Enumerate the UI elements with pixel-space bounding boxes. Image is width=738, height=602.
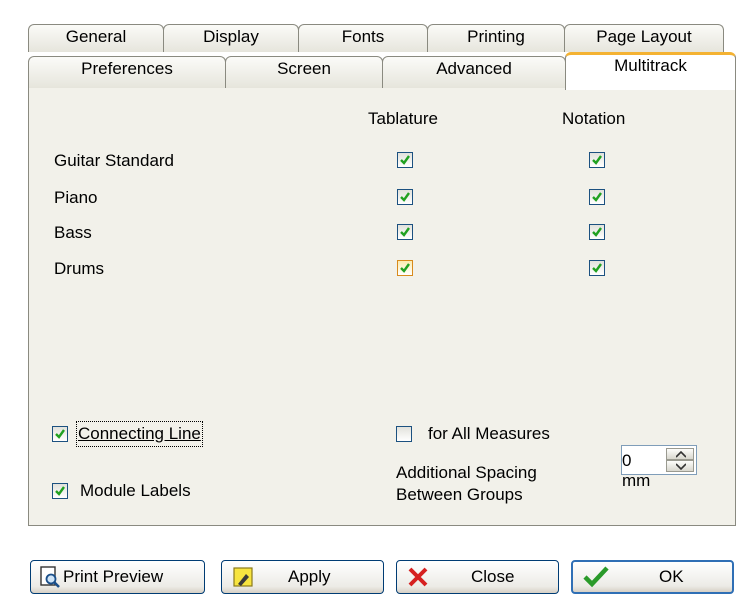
tab-preferences[interactable]: Preferences [28, 56, 226, 88]
guitar-standard-tablature-checkbox[interactable] [397, 152, 413, 168]
piano-notation-checkbox[interactable] [589, 189, 605, 205]
drums-notation-checkbox[interactable] [589, 260, 605, 276]
apply-button[interactable]: Apply [221, 560, 384, 594]
tab-display[interactable]: Display [163, 24, 299, 52]
apply-label: Apply [288, 567, 331, 586]
check-icon [592, 227, 602, 237]
tab-screen[interactable]: Screen [225, 56, 383, 88]
check-icon [400, 192, 410, 202]
check-icon [55, 486, 65, 496]
notation-column-header: Notation [562, 109, 626, 128]
instrument-label-bass: Bass [54, 223, 92, 242]
check-icon [592, 155, 602, 165]
check-icon [55, 429, 65, 439]
tab-fonts[interactable]: Fonts [298, 24, 428, 52]
print-preview-icon [40, 566, 60, 588]
tab-multitrack[interactable]: Multitrack [565, 52, 736, 90]
arrow-down-icon [676, 463, 686, 470]
connecting-line-label[interactable]: Connecting Line [76, 421, 203, 447]
module-labels-checkbox[interactable] [52, 483, 68, 499]
tab-page-layout[interactable]: Page Layout [564, 24, 724, 52]
tablature-column-header: Tablature [368, 109, 438, 128]
spacing-value: 0 mm [622, 451, 651, 490]
module-labels-label[interactable]: Module Labels [80, 480, 191, 502]
bass-tablature-checkbox[interactable] [397, 224, 413, 240]
guitar-standard-notation-checkbox[interactable] [589, 152, 605, 168]
ok-check-icon [583, 566, 609, 588]
piano-tablature-checkbox[interactable] [397, 189, 413, 205]
between-groups-label: Between Groups [396, 485, 523, 504]
spin-down-button[interactable] [666, 460, 694, 472]
check-icon [592, 263, 602, 273]
print-preview-label: Print Preview [63, 567, 164, 586]
additional-spacing-label: Additional Spacing [396, 463, 537, 482]
check-icon [400, 263, 410, 273]
close-label: Close [471, 567, 515, 586]
spin-up-button[interactable] [666, 448, 694, 460]
spacing-input[interactable]: 0 mm [621, 445, 697, 490]
tab-printing[interactable]: Printing [427, 24, 565, 52]
close-button[interactable]: Close [396, 560, 559, 594]
connecting-line-checkbox[interactable] [52, 426, 68, 442]
bass-notation-checkbox[interactable] [589, 224, 605, 240]
for-all-measures-label[interactable]: for All Measures [428, 423, 550, 445]
instrument-label-drums: Drums [54, 259, 105, 278]
tab-general[interactable]: General [28, 24, 164, 52]
arrow-up-icon [676, 451, 686, 458]
check-icon [400, 155, 410, 165]
for-all-measures-checkbox[interactable] [396, 426, 412, 442]
tab-advanced[interactable]: Advanced [382, 56, 566, 88]
instrument-label-piano: Piano [54, 188, 98, 207]
close-icon [408, 567, 428, 587]
check-icon [400, 227, 410, 237]
drums-tablature-checkbox[interactable] [397, 260, 413, 276]
ok-label: OK [659, 567, 684, 586]
print-preview-button[interactable]: Print Preview [30, 560, 205, 594]
check-icon [592, 192, 602, 202]
ok-button[interactable]: OK [571, 560, 734, 594]
options-dialog: General Display Fonts Printing Page Layo… [0, 0, 738, 602]
apply-icon [233, 567, 253, 587]
instrument-label-guitar-standard: Guitar Standard [54, 151, 175, 170]
